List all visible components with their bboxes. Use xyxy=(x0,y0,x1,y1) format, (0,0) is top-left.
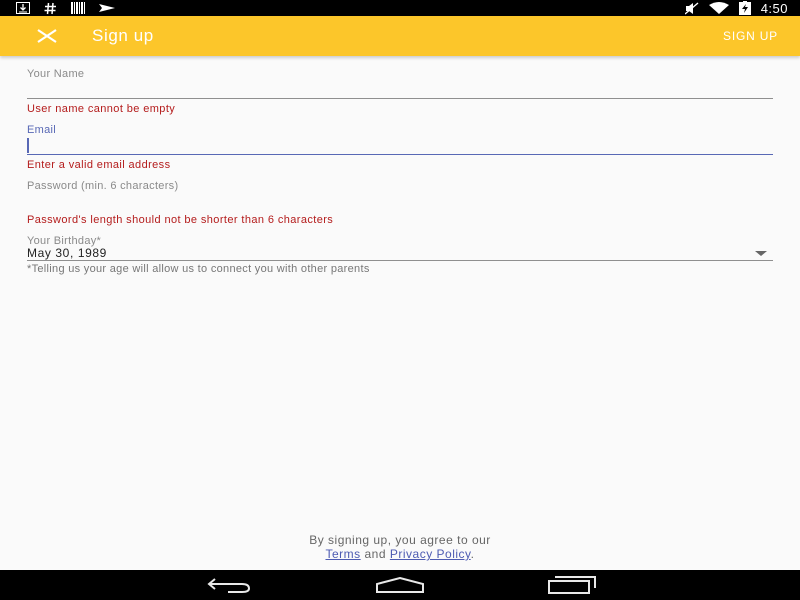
email-field-underline xyxy=(27,154,773,155)
close-icon xyxy=(37,29,57,43)
sign-up-action-button[interactable]: SIGN UP xyxy=(723,29,778,43)
close-button[interactable] xyxy=(36,26,58,46)
password-input[interactable] xyxy=(27,193,773,209)
home-button[interactable] xyxy=(375,575,425,595)
status-bar: 4:50 xyxy=(0,0,800,16)
terms-intro-text: By signing up, you agree to our xyxy=(309,533,491,547)
recents-button[interactable] xyxy=(547,575,597,595)
hashtag-icon xyxy=(44,2,56,14)
home-icon xyxy=(376,577,424,593)
password-field[interactable]: Password (min. 6 characters) xyxy=(27,178,773,212)
birthday-value: May 30, 1989 xyxy=(27,246,107,260)
terms-footer: By signing up, you agree to our Terms an… xyxy=(0,533,800,561)
email-field-label: Email xyxy=(27,124,57,136)
birthday-field-underline xyxy=(27,260,773,261)
and-text: and xyxy=(364,547,387,561)
back-button[interactable] xyxy=(204,575,254,595)
page-title: Sign up xyxy=(92,26,154,45)
name-error-message: User name cannot be empty xyxy=(27,103,176,115)
password-error-message: Password's length should not be shorter … xyxy=(27,214,334,226)
terms-links-line: Terms and Privacy Policy. xyxy=(0,547,800,561)
app-bar: Sign up SIGN UP xyxy=(0,16,800,56)
name-field-underline xyxy=(27,98,773,99)
privacy-policy-link[interactable]: Privacy Policy xyxy=(390,547,471,561)
birthday-dropdown[interactable]: Your Birthday* May 30, 1989 xyxy=(27,234,773,262)
terms-link[interactable]: Terms xyxy=(325,547,360,561)
status-bar-left-icons xyxy=(16,0,115,16)
download-icon xyxy=(16,2,30,14)
name-field[interactable]: Your Name xyxy=(27,66,773,100)
birthday-note: *Telling us your age will allow us to co… xyxy=(27,263,370,275)
chevron-down-icon xyxy=(755,251,767,256)
status-time: 4:50 xyxy=(760,0,788,16)
wifi-icon xyxy=(708,1,729,14)
navigation-bar xyxy=(0,570,800,600)
name-field-label: Your Name xyxy=(27,68,85,80)
email-error-message: Enter a valid email address xyxy=(27,159,171,171)
battery-charging-icon xyxy=(738,1,751,15)
paper-plane-icon xyxy=(99,4,115,12)
recents-icon xyxy=(548,576,596,594)
barcode-icon xyxy=(71,2,85,14)
email-input[interactable] xyxy=(31,137,771,153)
password-field-label: Password (min. 6 characters) xyxy=(27,180,179,192)
mute-icon xyxy=(684,1,699,15)
footer-period: . xyxy=(470,547,475,561)
status-bar-right-icons: 4:50 xyxy=(684,0,788,16)
name-input[interactable] xyxy=(27,81,773,97)
back-icon xyxy=(207,578,251,593)
email-field[interactable]: Email xyxy=(27,122,773,156)
text-cursor xyxy=(27,138,29,153)
